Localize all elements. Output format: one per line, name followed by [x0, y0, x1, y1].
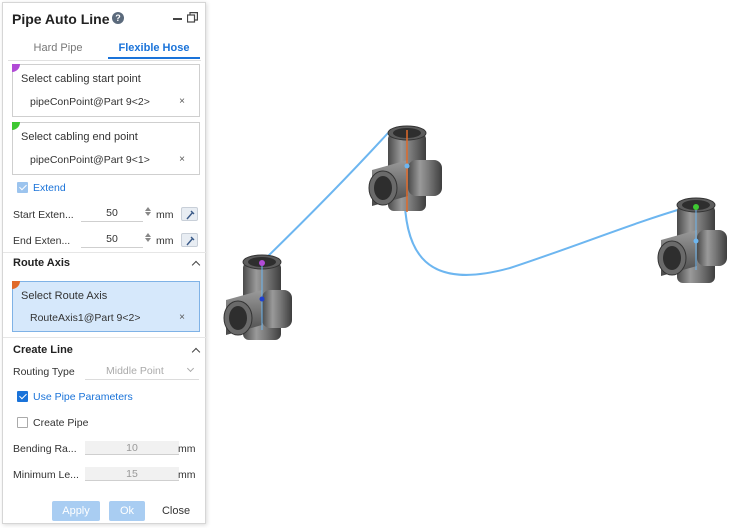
route-axis-selector[interactable]: Select Route Axis RouteAxis1@Part 9<2> ×: [12, 281, 200, 332]
routing-type-label: Routing Type: [13, 366, 75, 378]
tee-fitting-left[interactable]: [223, 254, 292, 340]
panel-title-bar: Pipe Auto Line ?: [3, 3, 205, 33]
pick-icon: [186, 210, 195, 220]
start-extension-label: Start Exten...: [13, 209, 74, 221]
end-extension-pick-button[interactable]: [181, 233, 198, 247]
use-pipe-parameters-checkbox[interactable]: [17, 391, 28, 402]
start-point-marker[interactable]: [259, 260, 265, 266]
minimize-icon[interactable]: [173, 18, 182, 20]
create-pipe-label: Create Pipe: [33, 417, 89, 429]
start-point-value: pipeConPoint@Part 9<2>: [30, 96, 150, 108]
routing-type-value: Middle Point: [106, 365, 164, 377]
tab-flexible-hose[interactable]: Flexible Hose: [108, 37, 200, 59]
collapse-route-axis-icon[interactable]: [191, 260, 201, 270]
section-divider: [3, 252, 207, 253]
end-point-marker[interactable]: [693, 204, 699, 210]
start-extension-pick-button[interactable]: [181, 207, 198, 221]
clear-route-axis-icon[interactable]: ×: [179, 312, 185, 323]
end-extension-input[interactable]: 50: [81, 233, 143, 248]
help-icon[interactable]: ?: [112, 12, 124, 24]
clear-end-point-icon[interactable]: ×: [179, 154, 185, 165]
end-extension-unit: mm: [156, 235, 174, 247]
close-button[interactable]: Close: [153, 501, 199, 521]
end-point-label: Select cabling end point: [21, 131, 138, 143]
pipe-type-tabs: Hard Pipe Flexible Hose: [8, 37, 201, 59]
start-point-selector[interactable]: Select cabling start point pipeConPoint@…: [12, 64, 200, 117]
tabs-divider: [8, 60, 201, 61]
extend-label: Extend: [33, 182, 66, 194]
route-axis-value: RouteAxis1@Part 9<2>: [30, 312, 141, 324]
end-point-color-tag: [12, 122, 20, 130]
collapse-create-line-icon[interactable]: [191, 347, 201, 357]
panel-title: Pipe Auto Line: [12, 11, 110, 27]
start-extension-stepper[interactable]: [144, 206, 152, 220]
section-divider: [3, 337, 207, 338]
tee-fitting-right[interactable]: [657, 197, 727, 283]
routing-type-dropdown[interactable]: Middle Point: [85, 364, 199, 380]
start-extension-input[interactable]: 50: [81, 207, 143, 222]
restore-icon[interactable]: [187, 12, 198, 23]
ok-button[interactable]: Ok: [109, 501, 145, 521]
end-extension-label: End Exten...: [13, 235, 71, 247]
end-extension-stepper[interactable]: [144, 232, 152, 246]
tee-fitting-middle[interactable]: [368, 125, 442, 212]
end-point-selector[interactable]: Select cabling end point pipeConPoint@Pa…: [12, 122, 200, 175]
apply-button[interactable]: Apply: [52, 501, 100, 521]
end-point-value: pipeConPoint@Part 9<1>: [30, 154, 150, 166]
use-pipe-parameters-label: Use Pipe Parameters: [33, 391, 133, 403]
minimum-length-unit: mm: [178, 469, 196, 481]
pick-icon: [186, 236, 195, 246]
pipe-auto-line-panel: Pipe Auto Line ? Hard Pipe Flexible Hose…: [2, 2, 207, 524]
bending-radius-unit: mm: [178, 443, 196, 455]
bending-radius-label: Bending Ra...: [13, 443, 77, 455]
clear-start-point-icon[interactable]: ×: [179, 96, 185, 107]
extend-checkbox[interactable]: [17, 182, 28, 193]
tab-hard-pipe[interactable]: Hard Pipe: [8, 37, 108, 59]
start-extension-unit: mm: [156, 209, 174, 221]
create-line-section-title: Create Line: [13, 344, 73, 356]
route-line[interactable]: [261, 132, 696, 276]
route-axis-label: Select Route Axis: [21, 290, 108, 302]
chevron-down-icon: [186, 364, 195, 373]
route-axis-section-title: Route Axis: [13, 257, 71, 269]
minimum-length-input[interactable]: 15: [85, 467, 179, 481]
bending-radius-input[interactable]: 10: [85, 441, 179, 455]
route-axis-color-tag: [12, 281, 20, 289]
create-pipe-checkbox[interactable]: [17, 417, 28, 428]
start-point-label: Select cabling start point: [21, 73, 141, 85]
start-point-color-tag: [12, 64, 20, 72]
minimum-length-label: Minimum Le...: [13, 469, 79, 481]
